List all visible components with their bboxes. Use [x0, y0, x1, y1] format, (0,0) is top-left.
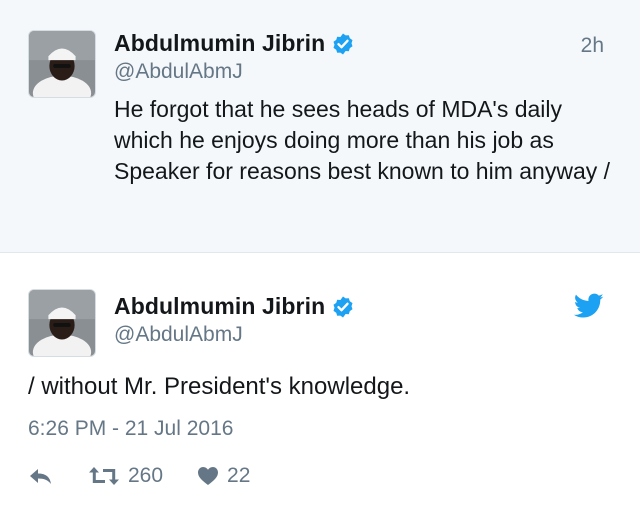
author-name-row: Abdulmumin Jibrin	[114, 293, 355, 320]
tweet-actions: 260 22	[28, 461, 250, 491]
retweet-icon	[89, 467, 119, 485]
verified-badge-icon	[331, 32, 355, 56]
author-handle[interactable]: @AbdulAbmJ	[114, 60, 243, 84]
retweet-count: 260	[128, 464, 164, 487]
tweet-text: / without Mr. President's knowledge.	[28, 373, 411, 400]
reply-icon	[30, 469, 51, 484]
parent-tweet[interactable]: Abdulmumin Jibrin @AbdulAbmJ 2h He forgo…	[0, 0, 640, 252]
author-name-row: Abdulmumin Jibrin	[114, 30, 355, 57]
author-display-name[interactable]: Abdulmumin Jibrin	[114, 30, 325, 57]
profile-photo-icon	[29, 290, 95, 356]
heart-icon	[198, 467, 219, 485]
tweet-timestamp[interactable]: 6:26 PM - 21 Jul 2016	[28, 417, 233, 441]
like-count: 22	[227, 464, 251, 487]
avatar[interactable]	[28, 30, 96, 98]
profile-photo-icon	[29, 31, 95, 97]
twitter-bird-icon[interactable]	[574, 293, 604, 319]
reply-button[interactable]	[28, 466, 54, 486]
author-handle[interactable]: @AbdulAbmJ	[114, 323, 243, 347]
relative-timestamp[interactable]: 2h	[581, 34, 604, 58]
tweet-text: He forgot that he sees heads of MDA's da…	[114, 96, 611, 184]
author-display-name[interactable]: Abdulmumin Jibrin	[114, 293, 325, 320]
verified-badge-icon	[331, 295, 355, 319]
retweet-button[interactable]: 260	[88, 464, 163, 488]
like-button[interactable]: 22	[197, 464, 250, 488]
avatar[interactable]	[28, 289, 96, 357]
main-tweet: Abdulmumin Jibrin @AbdulAbmJ / without M…	[0, 252, 640, 514]
